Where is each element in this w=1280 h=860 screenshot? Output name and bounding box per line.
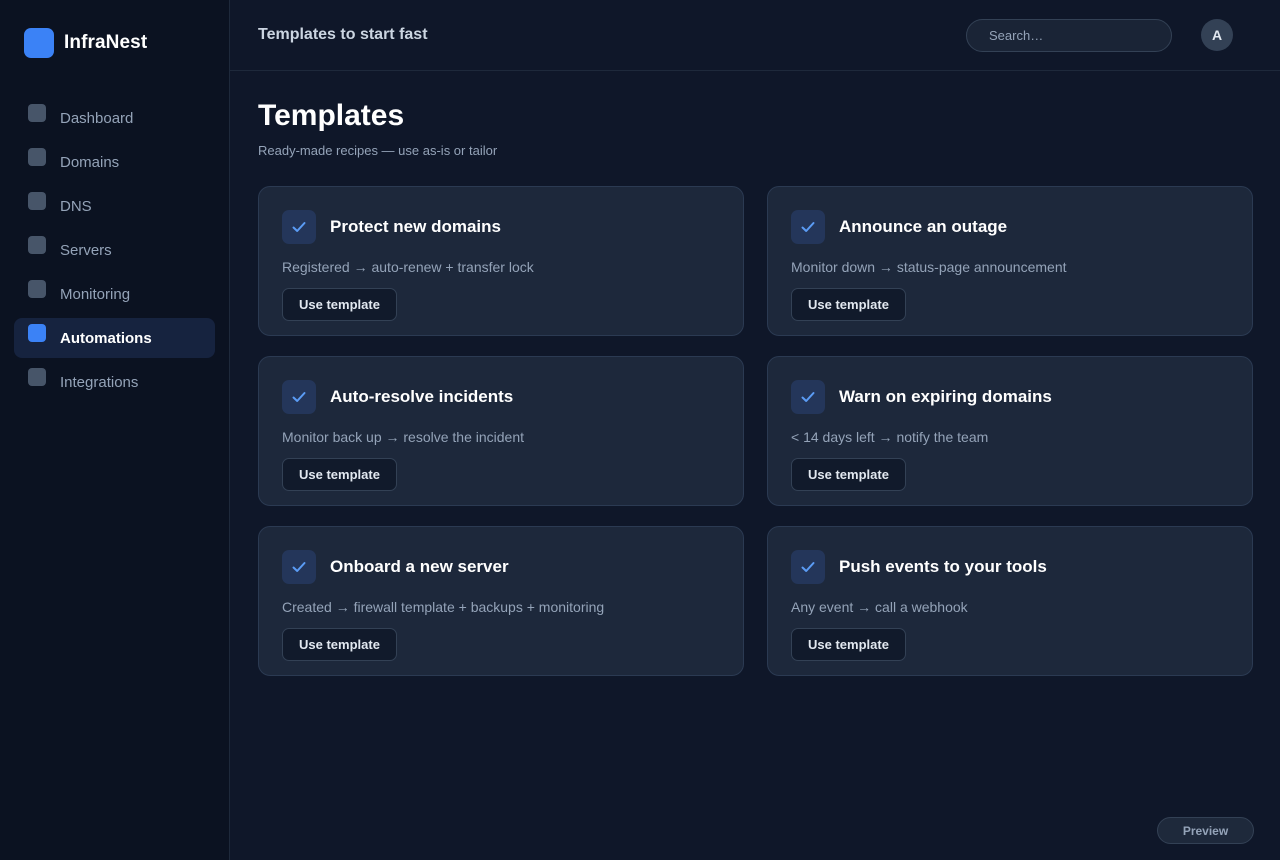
topbar-title: Templates to start fast <box>258 26 428 43</box>
page-subtitle: Ready-made recipes — use as-is or tailor <box>258 143 498 158</box>
use-template-button[interactable]: Use template <box>791 628 906 661</box>
automations-icon <box>28 324 46 342</box>
template-card-push-events-to-your-tools: Push events to your tools Any event → ca… <box>767 526 1253 676</box>
app-shell: InfraNest Dashboard Domains DNS Servers … <box>0 0 1280 860</box>
use-template-button[interactable]: Use template <box>282 288 397 321</box>
sidebar-nav: Dashboard Domains DNS Servers Monitoring… <box>14 98 215 406</box>
template-card-announce-an-outage: Announce an outage Monitor down → status… <box>767 186 1253 336</box>
sidebar-item-dns[interactable]: DNS <box>14 186 215 226</box>
templates-grid: Protect new domains Registered → auto-re… <box>258 186 1253 676</box>
template-card-protect-new-domains: Protect new domains Registered → auto-re… <box>258 186 744 336</box>
sidebar-item-label: Dashboard <box>60 109 134 127</box>
preview-button[interactable]: Preview <box>1157 817 1254 844</box>
card-header: Protect new domains <box>282 210 720 244</box>
card-description: Registered → auto-renew + transfer lock <box>282 259 534 275</box>
sidebar-item-label: Integrations <box>60 373 139 391</box>
check-icon <box>791 210 825 244</box>
sidebar-item-monitoring[interactable]: Monitoring <box>14 274 215 314</box>
avatar[interactable]: A <box>1201 19 1233 51</box>
search-input[interactable] <box>966 18 1172 52</box>
monitoring-icon <box>28 280 46 298</box>
template-card-onboard-a-new-server: Onboard a new server Created → firewall … <box>258 526 744 676</box>
card-title: Auto-resolve incidents <box>330 387 514 406</box>
card-header: Onboard a new server <box>282 550 720 584</box>
sidebar-item-integrations[interactable]: Integrations <box>14 362 215 402</box>
page-title: Templates <box>258 99 405 132</box>
dns-icon <box>28 192 46 210</box>
servers-icon <box>28 236 46 254</box>
check-icon <box>791 550 825 584</box>
integrations-icon <box>28 368 46 386</box>
card-header: Push events to your tools <box>791 550 1229 584</box>
check-icon <box>791 380 825 414</box>
card-description: < 14 days left → notify the team <box>791 429 989 445</box>
card-title: Onboard a new server <box>330 557 509 576</box>
check-icon <box>282 210 316 244</box>
card-title: Announce an outage <box>839 217 1008 236</box>
card-title: Protect new domains <box>330 217 501 236</box>
sidebar-item-domains[interactable]: Domains <box>14 142 215 182</box>
use-template-button[interactable]: Use template <box>282 628 397 661</box>
templates-content: Templates Ready-made recipes — use as-is… <box>230 71 1280 676</box>
sidebar-item-label: Domains <box>60 153 120 171</box>
check-icon <box>282 550 316 584</box>
template-card-warn-on-expiring-domains: Warn on expiring domains < 14 days left … <box>767 356 1253 506</box>
domains-icon <box>28 148 46 166</box>
sidebar-item-automations[interactable]: Automations <box>14 318 215 358</box>
topbar: Templates to start fast A <box>230 0 1280 71</box>
sidebar-item-label: Servers <box>60 241 112 259</box>
sidebar-item-label: DNS <box>60 197 92 215</box>
card-description: Created → firewall template + backups + … <box>282 599 605 615</box>
sidebar-item-dashboard[interactable]: Dashboard <box>14 98 215 138</box>
card-title: Warn on expiring domains <box>839 387 1052 406</box>
card-header: Auto-resolve incidents <box>282 380 720 414</box>
use-template-button[interactable]: Use template <box>791 288 906 321</box>
main-panel: Templates to start fast A Templates Read… <box>230 0 1280 860</box>
sidebar-item-servers[interactable]: Servers <box>14 230 215 270</box>
sidebar: InfraNest Dashboard Domains DNS Servers … <box>0 0 230 860</box>
template-card-auto-resolve-incidents: Auto-resolve incidents Monitor back up →… <box>258 356 744 506</box>
brand-name: InfraNest <box>64 32 148 53</box>
sidebar-item-label: Automations <box>60 329 152 347</box>
dashboard-icon <box>28 104 46 122</box>
brand-logo-icon <box>24 28 54 58</box>
card-header: Warn on expiring domains <box>791 380 1229 414</box>
use-template-button[interactable]: Use template <box>282 458 397 491</box>
card-description: Monitor back up → resolve the incident <box>282 429 525 445</box>
card-description: Any event → call a webhook <box>791 599 968 615</box>
check-icon <box>282 380 316 414</box>
card-title: Push events to your tools <box>839 557 1047 576</box>
sidebar-item-label: Monitoring <box>60 285 131 303</box>
card-description: Monitor down → status-page announcement <box>791 259 1067 275</box>
card-header: Announce an outage <box>791 210 1229 244</box>
use-template-button[interactable]: Use template <box>791 458 906 491</box>
brand[interactable]: InfraNest <box>14 28 215 58</box>
